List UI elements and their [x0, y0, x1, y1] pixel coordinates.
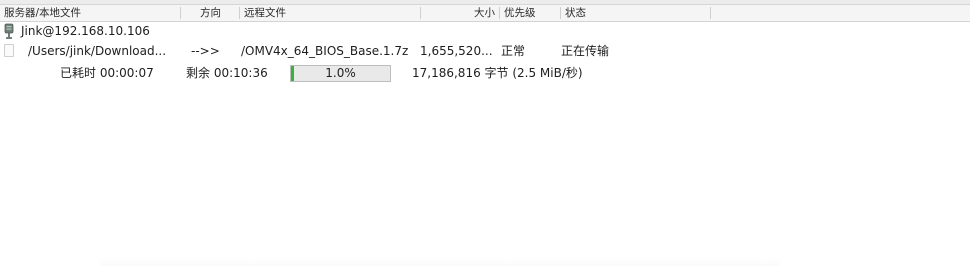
- transfer-direction: -->>: [191, 44, 220, 58]
- column-divider[interactable]: [499, 7, 500, 19]
- column-header-priority[interactable]: 优先级: [504, 5, 536, 21]
- column-divider[interactable]: [560, 7, 561, 19]
- transfer-row[interactable]: /Users/jink/Download... -->> /OMV4x_64_B…: [0, 41, 970, 62]
- column-divider[interactable]: [710, 7, 711, 19]
- file-icon: [4, 44, 14, 57]
- progress-percent: 1.0%: [325, 66, 356, 80]
- column-header-remote-file[interactable]: 远程文件: [244, 5, 286, 21]
- server-row[interactable]: Jink@192.168.10.106: [0, 21, 970, 42]
- progress-row: 已耗时 00:00:07 剩余 00:10:36 1.0% 17,186,816…: [0, 63, 970, 84]
- transferred-bytes: 17,186,816 字节 (2.5 MiB/秒): [412, 66, 583, 80]
- column-divider[interactable]: [180, 7, 181, 19]
- column-header-size[interactable]: 大小: [474, 5, 495, 21]
- column-header-direction[interactable]: 方向: [200, 5, 221, 21]
- column-header-status[interactable]: 状态: [565, 5, 586, 21]
- server-label: Jink@192.168.10.106: [21, 24, 150, 38]
- local-file-path: /Users/jink/Download...: [28, 44, 167, 58]
- column-header-local-file[interactable]: 服务器/本地文件: [4, 5, 81, 21]
- server-icon: [4, 23, 14, 39]
- remaining-time: 剩余 00:10:36: [186, 66, 268, 80]
- file-size: 1,655,520...: [420, 44, 493, 58]
- column-divider[interactable]: [420, 7, 421, 19]
- column-divider[interactable]: [239, 7, 240, 19]
- transfer-priority: 正常: [501, 44, 526, 58]
- progress-bar: 1.0%: [290, 65, 391, 82]
- remote-file-path: /OMV4x_64_BIOS_Base.1.7z: [241, 44, 409, 58]
- list-bottom-shade: [100, 258, 780, 266]
- transfer-status: 正在传输: [561, 44, 610, 58]
- elapsed-time: 已耗时 00:00:07: [60, 66, 154, 80]
- queue-column-header: 服务器/本地文件 方向 远程文件 大小 优先级 状态: [0, 5, 970, 22]
